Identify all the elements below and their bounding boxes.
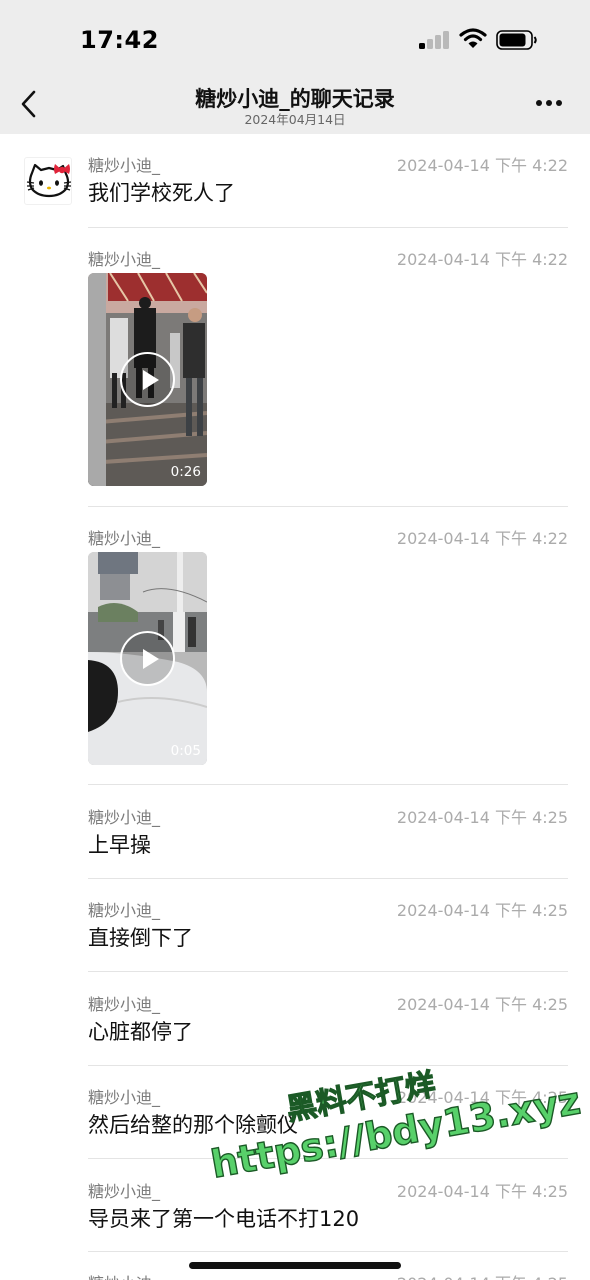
video-thumbnail[interactable]: 0:05 — [88, 552, 207, 765]
divider — [88, 227, 568, 228]
page-date: 2024年04月14日 — [244, 112, 346, 127]
sender-name: 糖炒小迪_ — [88, 529, 161, 548]
home-indicator[interactable] — [189, 1262, 401, 1269]
wifi-icon — [459, 28, 487, 48]
video-duration: 0:26 — [170, 464, 201, 480]
back-arrow-icon[interactable] — [14, 88, 46, 120]
sender-name: 糖炒小迪_ — [88, 156, 161, 175]
sender-name: 糖炒小迪_ — [88, 250, 161, 269]
message-time: 2024-04-14 下午 4:22 — [396, 529, 568, 548]
divider — [88, 784, 568, 785]
top-bar: 17:42 糖炒小迪_的聊天记录 2024年04月14日 — [0, 0, 590, 134]
status-time: 17:42 — [80, 26, 159, 54]
message-time: 2024-04-14 下午 4:25 — [396, 995, 568, 1014]
message-item[interactable]: 糖炒小迪_ 2024-04-14 下午 4:25 — [88, 1270, 568, 1280]
message-item[interactable]: 糖炒小迪_ 2024-04-14 下午 4:25 心脏都停了 — [88, 991, 568, 1051]
message-time: 2024-04-14 下午 4:22 — [396, 250, 568, 269]
avatar[interactable] — [24, 157, 72, 205]
message-item[interactable]: 糖炒小迪_ 2024-04-14 下午 4:22 我们学校死人了 — [88, 152, 568, 212]
message-header: 糖炒小迪_ 2024-04-14 下午 4:22 — [88, 246, 568, 270]
play-icon[interactable] — [120, 352, 175, 407]
message-time: 2024-04-14 下午 4:25 — [396, 901, 568, 920]
divider — [88, 1251, 568, 1252]
sender-name: 糖炒小迪_ — [88, 901, 161, 920]
message-time: 2024-04-14 下午 4:25 — [396, 808, 568, 827]
sender-name: 糖炒小迪_ — [88, 995, 161, 1014]
divider — [88, 506, 568, 507]
hello-kitty-avatar-icon — [26, 163, 71, 198]
message-time: 2024-04-14 下午 4:22 — [396, 156, 568, 175]
message-item[interactable]: 糖炒小迪_ 2024-04-14 下午 4:25 上早操 — [88, 804, 568, 864]
message-text: 心脏都停了 — [88, 1020, 193, 1044]
message-text: 直接倒下了 — [88, 926, 193, 950]
sender-name: 糖炒小迪_ — [88, 1182, 161, 1201]
battery-icon — [496, 30, 537, 50]
more-options-icon[interactable] — [536, 100, 566, 108]
message-time: 2024-04-14 下午 4:25 — [397, 1270, 568, 1280]
message-text: 上早操 — [88, 833, 151, 857]
video-thumbnail[interactable]: 0:26 — [88, 273, 207, 486]
sender-name: 糖炒小迪_ — [88, 808, 161, 827]
message-text: 我们学校死人了 — [88, 181, 235, 205]
divider — [88, 878, 568, 879]
message-header: 糖炒小迪_ 2024-04-14 下午 4:22 — [88, 525, 568, 549]
divider — [88, 971, 568, 972]
video-duration: 0:05 — [170, 743, 201, 759]
sender-name: 糖炒小迪_ — [88, 1088, 161, 1107]
play-icon[interactable] — [120, 631, 175, 686]
cellular-signal-icon — [419, 31, 451, 49]
sender-name: 糖炒小迪_ — [88, 1270, 160, 1280]
message-item[interactable]: 糖炒小迪_ 2024-04-14 下午 4:25 直接倒下了 — [88, 897, 568, 957]
